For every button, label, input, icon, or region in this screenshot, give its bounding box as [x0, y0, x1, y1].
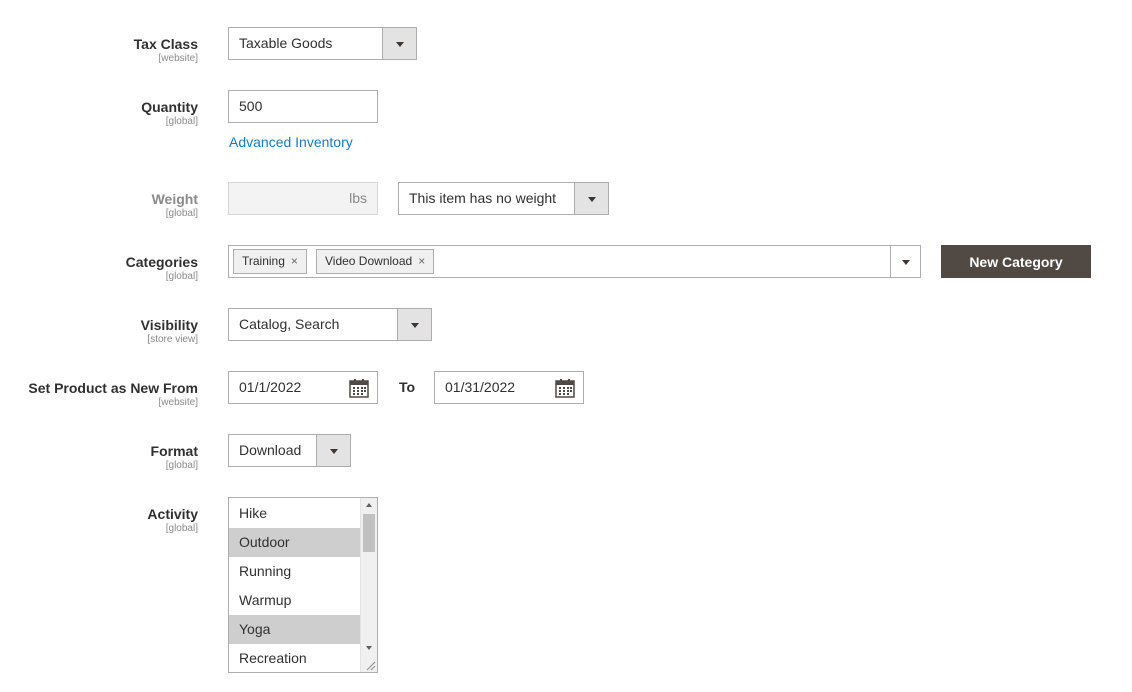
remove-icon[interactable]: ×	[418, 254, 425, 268]
categories-label: Categories	[125, 254, 198, 270]
advanced-inventory-link[interactable]: Advanced Inventory	[229, 134, 353, 150]
new-from-date-input[interactable]: 01/1/2022	[228, 371, 378, 404]
categories-dropdown-button[interactable]	[890, 246, 920, 277]
chevron-down-icon	[587, 196, 596, 202]
categories-multiselect[interactable]: Training × Video Download ×	[228, 245, 921, 278]
tax-class-scope: [website]	[158, 53, 198, 64]
visibility-label-group: Visibility [store view]	[141, 316, 198, 346]
new-to-date-value: 01/31/2022	[445, 379, 516, 395]
scroll-down-arrow-icon[interactable]	[366, 646, 372, 650]
scrollbar-thumb[interactable]	[363, 514, 375, 552]
chevron-down-icon	[395, 41, 404, 47]
categories-scope: [global]	[165, 271, 198, 282]
weight-option-dropdown-button[interactable]	[574, 183, 608, 214]
weight-input[interactable]: lbs	[228, 182, 378, 215]
weight-option-select[interactable]: This item has no weight	[398, 182, 609, 215]
activity-multiselect-list[interactable]: Hike Outdoor Running Warmup Yoga Recreat…	[228, 497, 378, 673]
new-from-label: Set Product as New From	[28, 380, 198, 396]
new-to-date-input[interactable]: 01/31/2022	[434, 371, 584, 404]
format-value: Download	[239, 442, 302, 458]
quantity-label: Quantity	[141, 99, 198, 115]
category-chip-label: Training	[242, 254, 285, 268]
weight-unit: lbs	[349, 190, 367, 206]
weight-label: Weight	[151, 191, 198, 207]
chevron-down-icon	[329, 448, 338, 454]
activity-option[interactable]: Warmup	[229, 586, 360, 615]
visibility-scope: [store view]	[147, 334, 198, 345]
activity-option[interactable]: Outdoor	[229, 528, 360, 557]
calendar-icon[interactable]	[555, 378, 575, 398]
quantity-scope: [global]	[165, 116, 198, 127]
activity-scrollbar[interactable]	[360, 498, 377, 672]
weight-scope: [global]	[165, 208, 198, 219]
resize-grip-icon[interactable]	[364, 659, 376, 671]
activity-label-group: Activity [global]	[147, 505, 198, 535]
to-label: To	[399, 379, 416, 395]
new-category-button[interactable]: New Category	[941, 245, 1091, 278]
tax-class-dropdown-button[interactable]	[382, 28, 416, 59]
category-chip: Training ×	[233, 249, 307, 274]
calendar-icon[interactable]	[349, 378, 369, 398]
categories-label-group: Categories [global]	[126, 253, 198, 283]
format-label: Format	[150, 443, 198, 459]
activity-scope: [global]	[165, 523, 198, 534]
format-dropdown-button[interactable]	[316, 435, 350, 466]
chevron-down-icon	[410, 322, 419, 328]
visibility-select[interactable]: Catalog, Search	[228, 308, 432, 341]
activity-label: Activity	[147, 506, 198, 522]
activity-option[interactable]: Yoga	[229, 615, 360, 644]
format-select[interactable]: Download	[228, 434, 351, 467]
visibility-dropdown-button[interactable]	[397, 309, 431, 340]
new-from-label-group: Set Product as New From [website]	[28, 379, 198, 409]
category-chip: Video Download ×	[316, 249, 435, 274]
activity-option[interactable]: Running	[229, 557, 360, 586]
chevron-down-icon	[901, 259, 910, 265]
category-chip-label: Video Download	[325, 254, 413, 268]
format-label-group: Format [global]	[151, 442, 198, 472]
tax-class-label-group: Tax Class [website]	[134, 35, 198, 65]
visibility-value: Catalog, Search	[239, 316, 340, 332]
visibility-label: Visibility	[140, 317, 198, 333]
activity-option[interactable]: Hike	[229, 499, 360, 528]
format-scope: [global]	[165, 460, 198, 471]
weight-label-group: Weight [global]	[152, 190, 198, 220]
scroll-up-arrow-icon[interactable]	[366, 503, 372, 507]
tax-class-value: Taxable Goods	[239, 35, 333, 51]
tax-class-select[interactable]: Taxable Goods	[228, 27, 417, 60]
new-from-scope: [website]	[158, 397, 198, 408]
remove-icon[interactable]: ×	[291, 254, 298, 268]
activity-option[interactable]: Recreation	[229, 644, 360, 672]
tax-class-label: Tax Class	[133, 36, 198, 52]
quantity-label-group: Quantity [global]	[141, 98, 198, 128]
quantity-input[interactable]: 500	[228, 90, 378, 123]
new-from-date-value: 01/1/2022	[239, 379, 302, 395]
weight-option-value: This item has no weight	[409, 190, 557, 206]
